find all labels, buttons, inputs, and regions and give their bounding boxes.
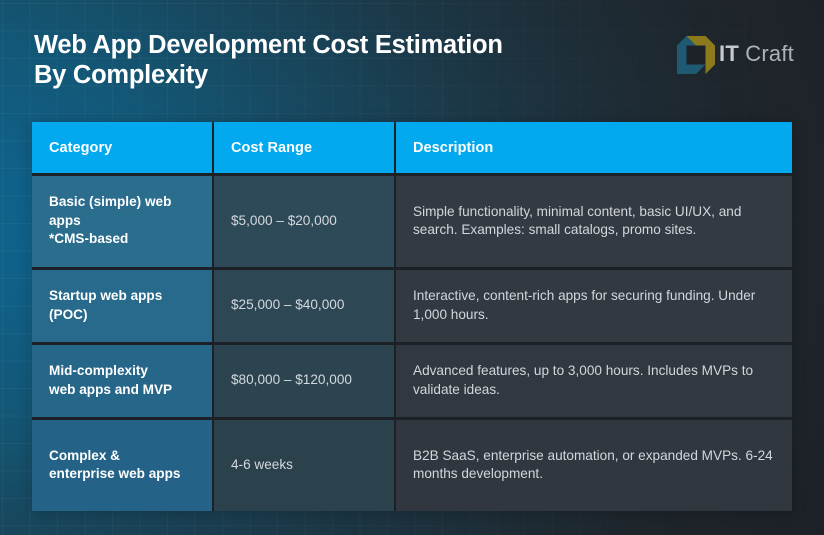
cell-description: B2B SaaS, enterprise automation, or expa… [396, 417, 792, 511]
cell-category: Mid-complexity web apps and MVP [32, 342, 214, 417]
cell-category: Startup web apps (POC) [32, 267, 214, 342]
brand-logo-text-light: Craft [739, 41, 794, 66]
table-row: Mid-complexity web apps and MVP $80,000 … [32, 342, 792, 417]
brand-logo-text: IT Craft [719, 43, 794, 65]
brand-logo: IT Craft [672, 29, 794, 79]
cell-cost-range: 4-6 weeks [214, 417, 396, 511]
it-craft-cube-logo-icon [677, 36, 716, 74]
column-header-description: Description [396, 122, 792, 173]
table-row: Basic (simple) web apps *CMS-based $5,00… [32, 173, 792, 267]
cell-cost-range: $25,000 – $40,000 [214, 267, 396, 342]
page-title: Web App Development Cost Estimation By C… [34, 31, 503, 89]
brand-logo-text-bold: IT [719, 41, 739, 66]
cell-description: Advanced features, up to 3,000 hours. In… [396, 342, 792, 417]
cell-cost-range: $5,000 – $20,000 [214, 173, 396, 267]
cell-cost-range: $80,000 – $120,000 [214, 342, 396, 417]
table-header: Category Cost Range Description [32, 122, 792, 173]
column-header-category: Category [32, 122, 214, 173]
cost-estimation-table: Category Cost Range Description Basic (s… [32, 122, 792, 511]
table-header-row: Category Cost Range Description [32, 122, 792, 173]
column-header-cost-range: Cost Range [214, 122, 396, 173]
table-row: Complex & enterprise web apps 4-6 weeks … [32, 417, 792, 511]
cell-description: Interactive, content-rich apps for secur… [396, 267, 792, 342]
cell-description: Simple functionality, minimal content, b… [396, 173, 792, 267]
table-body: Basic (simple) web apps *CMS-based $5,00… [32, 173, 792, 511]
cell-category: Basic (simple) web apps *CMS-based [32, 173, 214, 267]
cell-category: Complex & enterprise web apps [32, 417, 214, 511]
table-row: Startup web apps (POC) $25,000 – $40,000… [32, 267, 792, 342]
infographic-canvas: Web App Development Cost Estimation By C… [0, 0, 824, 535]
